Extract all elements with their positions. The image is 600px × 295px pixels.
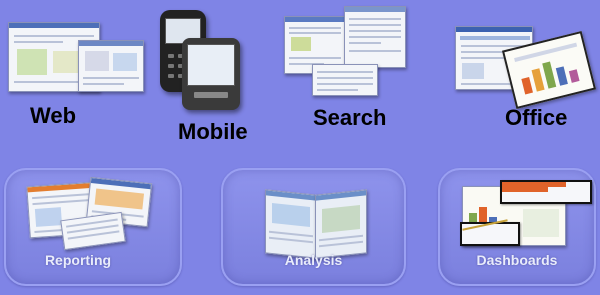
web-browser-screenshot-secondary bbox=[78, 40, 144, 92]
dashboards-label: Dashboards bbox=[476, 252, 558, 268]
mobile-phone-secondary bbox=[182, 38, 240, 110]
dashboards-tile[interactable]: Dashboards bbox=[438, 168, 596, 286]
bi-channels-diagram: Web Mobile Search Office Reporting Analy… bbox=[0, 0, 600, 295]
search-results-screenshot-secondary bbox=[344, 6, 406, 68]
office-label: Office bbox=[505, 105, 568, 130]
web-label: Web bbox=[30, 103, 77, 128]
dashboard-line-chart-frame bbox=[460, 219, 520, 246]
analysis-screenshot-secondary bbox=[315, 189, 367, 259]
reporting-label: Reporting bbox=[44, 252, 112, 268]
reporting-tile[interactable]: Reporting bbox=[4, 168, 182, 286]
analysis-tile[interactable]: Analysis bbox=[221, 168, 406, 286]
search-results-screenshot-tertiary bbox=[312, 64, 378, 96]
mobile-label: Mobile bbox=[178, 119, 248, 144]
analysis-label: Analysis bbox=[284, 252, 343, 268]
dashboard-bar-chart-frame bbox=[500, 180, 592, 204]
search-label: Search bbox=[313, 105, 387, 130]
analysis-screenshots-icon bbox=[265, 189, 317, 259]
